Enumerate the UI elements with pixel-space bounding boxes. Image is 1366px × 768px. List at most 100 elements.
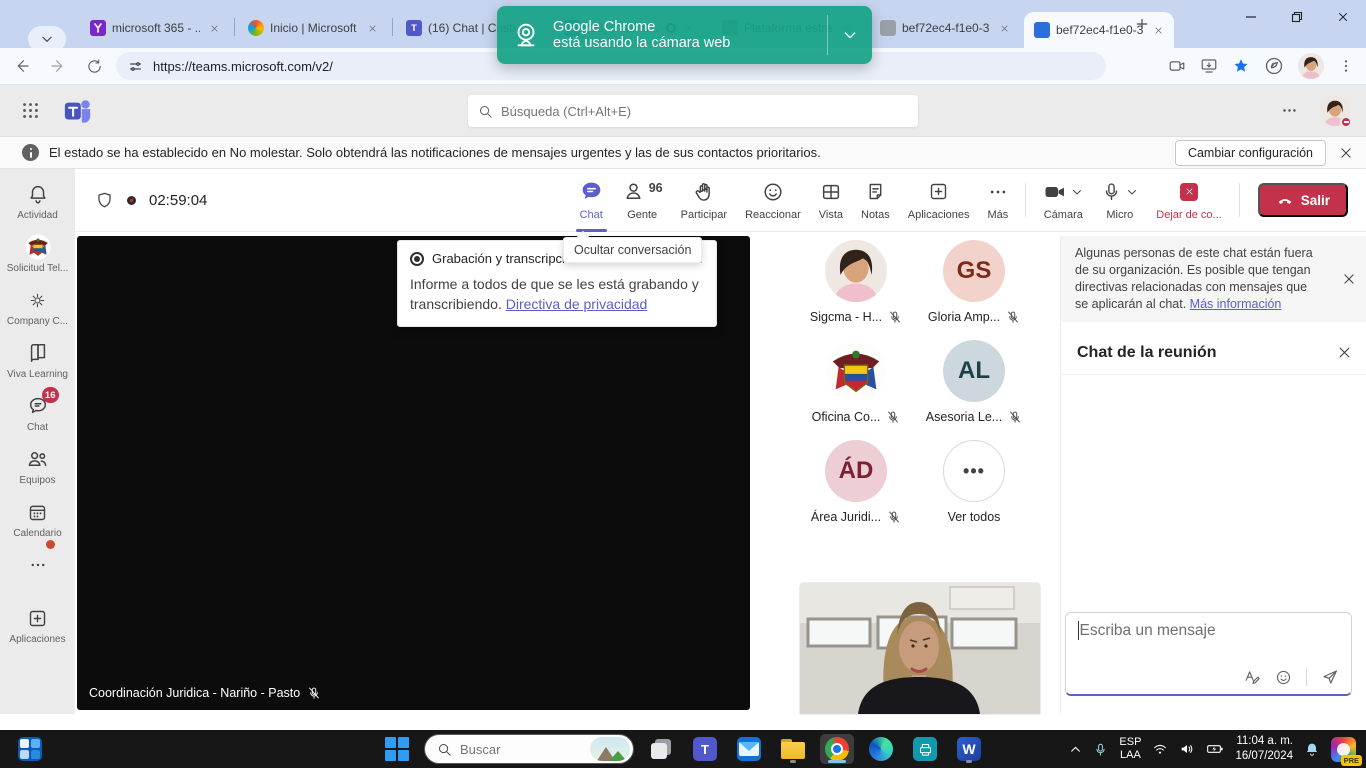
- tab-title: microsoft 365 - ...: [112, 21, 200, 35]
- tray-date: 16/07/2024: [1235, 749, 1293, 764]
- extension-icon[interactable]: [1264, 56, 1284, 76]
- taskbar-edge-icon[interactable]: [864, 734, 898, 764]
- message-input[interactable]: [1079, 622, 1339, 640]
- teams-search-box[interactable]: [468, 95, 918, 127]
- leave-button[interactable]: Salir: [1258, 183, 1348, 217]
- teams-more-icon[interactable]: [1281, 102, 1298, 119]
- chat-toggle-button[interactable]: Chat: [570, 169, 613, 232]
- task-view-button[interactable]: [644, 734, 678, 764]
- participant-avatar[interactable]: AL: [943, 340, 1005, 402]
- more-actions-button[interactable]: Más: [979, 169, 1018, 232]
- bookmark-star-icon[interactable]: [1232, 57, 1250, 75]
- clock[interactable]: 11:04 a. m. 16/07/2024: [1235, 734, 1293, 764]
- app-launcher-icon[interactable]: [22, 102, 39, 119]
- sidebar-item-more[interactable]: [2, 552, 74, 578]
- sidebar-item-equipos[interactable]: Equipos: [2, 446, 74, 486]
- toast-expand-icon[interactable]: [828, 27, 872, 43]
- stop-sharing-button[interactable]: Dejar de co...: [1147, 169, 1230, 232]
- volume-icon[interactable]: [1179, 741, 1195, 757]
- self-video-tile[interactable]: [800, 583, 1040, 714]
- react-button[interactable]: Reaccionar: [736, 169, 810, 232]
- teams-search-input[interactable]: [501, 104, 908, 119]
- copilot-pre-badge: PRE: [1341, 755, 1362, 766]
- participant-tile[interactable]: AL Asesoria Le...: [915, 340, 1033, 424]
- browser-tab-active[interactable]: bef72ec4-f1e0-3...: [1024, 12, 1174, 48]
- participant-tile[interactable]: ÁD Área Juridi...: [797, 440, 915, 524]
- site-settings-icon[interactable]: [128, 59, 143, 74]
- taskbar-teams-icon[interactable]: T: [688, 734, 722, 764]
- sidebar-item-viva-learning[interactable]: Viva Learning: [2, 340, 74, 380]
- raise-hand-button[interactable]: Participar: [672, 169, 736, 232]
- dnd-banner-close-icon[interactable]: [1326, 146, 1366, 160]
- tab-close-icon[interactable]: [996, 20, 1012, 36]
- wifi-icon[interactable]: [1152, 741, 1168, 757]
- chat-panel-close-icon[interactable]: [1337, 345, 1352, 360]
- taskbar-word-icon[interactable]: W: [952, 734, 986, 764]
- search-highlight-image[interactable]: [590, 737, 630, 761]
- tab-camera-icon[interactable]: [1168, 57, 1186, 75]
- participant-avatar[interactable]: [825, 340, 887, 402]
- notes-button[interactable]: Notas: [852, 169, 899, 232]
- copilot-icon[interactable]: PRE: [1331, 737, 1356, 762]
- change-settings-button[interactable]: Cambiar configuración: [1175, 140, 1326, 166]
- language-indicator[interactable]: ESP LAA: [1119, 736, 1141, 762]
- browser-tab[interactable]: Inicio | Microsoft: [238, 10, 388, 46]
- camera-button[interactable]: Cámara: [1034, 169, 1092, 232]
- restore-button[interactable]: [1274, 0, 1320, 34]
- tray-mic-icon[interactable]: [1093, 742, 1108, 757]
- forward-icon[interactable]: [44, 52, 72, 80]
- taskbar-fax-icon[interactable]: [908, 734, 942, 764]
- back-icon[interactable]: [8, 52, 36, 80]
- shield-icon[interactable]: [95, 191, 114, 210]
- privacy-policy-link[interactable]: Directiva de privacidad: [506, 296, 648, 312]
- reload-icon[interactable]: [80, 52, 108, 80]
- emoji-icon[interactable]: [1275, 669, 1292, 686]
- browser-menu-icon[interactable]: [1338, 58, 1354, 74]
- notice-close-icon[interactable]: [1342, 272, 1356, 286]
- tab-close-icon[interactable]: [364, 20, 380, 36]
- sidebar-item-aplicaciones[interactable]: Aplicaciones: [2, 605, 74, 645]
- tray-expand-icon[interactable]: [1069, 743, 1082, 756]
- participant-avatar[interactable]: GS: [943, 240, 1005, 302]
- mic-button[interactable]: Micro: [1092, 169, 1147, 232]
- taskbar-search-input[interactable]: [460, 742, 570, 757]
- sidebar-item-calendario[interactable]: Calendario: [2, 499, 74, 539]
- participant-tile[interactable]: GS Gloria Amp...: [915, 240, 1033, 324]
- widgets-icon[interactable]: [18, 737, 42, 761]
- format-icon[interactable]: [1244, 669, 1261, 686]
- stop-share-icon: [1180, 183, 1198, 201]
- sidebar-item-company[interactable]: Company C...: [2, 287, 74, 327]
- send-icon[interactable]: [1321, 668, 1339, 686]
- install-app-icon[interactable]: [1200, 57, 1218, 75]
- participant-tile[interactable]: Sigcma - H...: [797, 240, 915, 324]
- taskbar-explorer-icon[interactable]: [776, 734, 810, 764]
- new-tab-button[interactable]: [1134, 16, 1150, 32]
- start-button[interactable]: [380, 734, 414, 764]
- participant-tile[interactable]: Oficina Co...: [797, 340, 915, 424]
- participant-avatar[interactable]: ÁD: [825, 440, 887, 502]
- more-info-link[interactable]: Más información: [1190, 297, 1282, 311]
- browser-tab[interactable]: bef72ec4-f1e0-3...: [870, 10, 1020, 46]
- see-all-tile[interactable]: ••• Ver todos: [915, 440, 1033, 524]
- tab-close-icon[interactable]: [206, 20, 222, 36]
- sidebar-item-actividad[interactable]: Actividad: [2, 181, 74, 221]
- taskbar-chrome-icon[interactable]: [820, 734, 854, 764]
- browser-tab[interactable]: microsoft 365 - ...: [80, 10, 230, 46]
- sidebar-item-solicitud[interactable]: Solicitud Tel...: [2, 234, 74, 274]
- message-composer[interactable]: [1065, 612, 1352, 696]
- minimize-button[interactable]: [1228, 0, 1274, 34]
- people-button[interactable]: 96 Gente: [613, 169, 672, 232]
- participant-avatar[interactable]: [825, 240, 887, 302]
- view-button[interactable]: Vista: [810, 169, 852, 232]
- tab-close-icon[interactable]: [1150, 22, 1166, 38]
- sidebar-item-chat[interactable]: 16 Chat: [2, 393, 74, 433]
- see-all-icon[interactable]: •••: [943, 440, 1005, 502]
- browser-profile-avatar[interactable]: [1298, 53, 1324, 79]
- taskbar-mail-icon[interactable]: [732, 734, 766, 764]
- taskbar-search[interactable]: [424, 734, 634, 764]
- battery-icon[interactable]: [1206, 741, 1224, 757]
- close-window-button[interactable]: [1320, 0, 1366, 34]
- url-text[interactable]: https://teams.microsoft.com/v2/: [153, 59, 333, 74]
- apps-button[interactable]: Aplicaciones: [899, 169, 979, 232]
- notification-bell-icon[interactable]: [1304, 741, 1320, 757]
